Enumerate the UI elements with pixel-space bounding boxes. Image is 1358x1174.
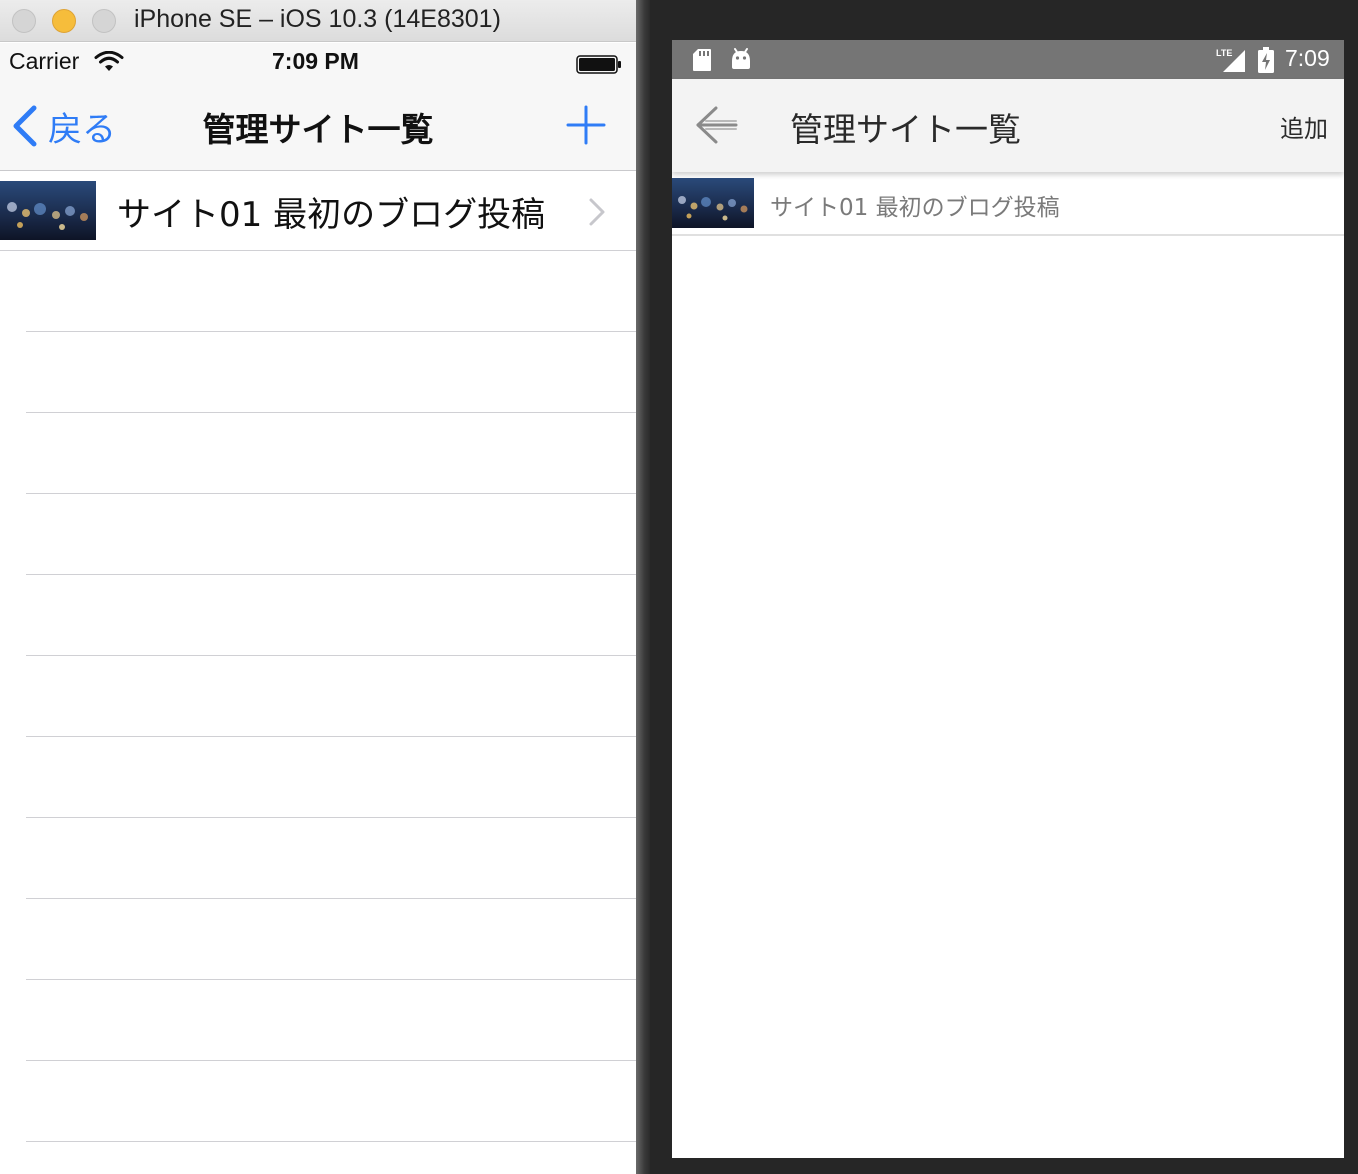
android-debug-icon: [732, 48, 750, 69]
empty-row: [26, 494, 636, 575]
empty-row: [26, 656, 636, 737]
arrow-left-icon[interactable]: [694, 104, 740, 146]
site-list: サイト01 最初のブログ投稿: [672, 172, 1344, 236]
wifi-icon: [94, 51, 124, 71]
add-button[interactable]: [566, 105, 606, 145]
add-button[interactable]: 追加: [1280, 109, 1328, 144]
empty-row: [26, 575, 636, 656]
list-item-label: サイト01 最初のブログ投稿: [770, 195, 1060, 221]
ios-navigation-bar: 戻る 管理サイト一覧: [0, 83, 636, 171]
status-time: 7:09 PM: [272, 48, 359, 74]
empty-row: [26, 413, 636, 494]
android-screen: LTE 7:09 管理サイト一覧 追加 サイト01 最初のブログ投稿: [672, 40, 1344, 1158]
battery-charging-icon: [1258, 47, 1274, 73]
list-item[interactable]: サイト01 最初のブログ投稿: [672, 172, 1344, 236]
empty-row: [26, 737, 636, 818]
sd-card-icon: [693, 49, 711, 71]
carrier-label: Carrier: [9, 48, 80, 74]
desktop: iPhone SE – iOS 10.3 (14E8301) Carrier 7…: [0, 0, 1358, 1174]
window-title: iPhone SE – iOS 10.3 (14E8301): [134, 5, 501, 33]
site-list: サイト01 最初のブログ投稿: [0, 171, 636, 1142]
empty-row: [26, 251, 636, 332]
ios-simulator-window: iPhone SE – iOS 10.3 (14E8301) Carrier 7…: [0, 0, 636, 1174]
chevron-right-icon: [589, 198, 605, 226]
empty-row: [26, 1061, 636, 1142]
empty-row: [26, 818, 636, 899]
window-divider: [636, 0, 650, 1174]
status-time: 7:09: [1285, 45, 1330, 71]
window-close-button[interactable]: [12, 9, 36, 33]
android-toolbar: 管理サイト一覧 追加: [672, 79, 1344, 172]
page-title: 管理サイト一覧: [202, 110, 434, 149]
window-titlebar[interactable]: iPhone SE – iOS 10.3 (14E8301): [0, 0, 636, 42]
window-zoom-button[interactable]: [92, 9, 116, 33]
lte-signal-icon: LTE: [1216, 48, 1245, 72]
android-status-bar: LTE 7:09: [672, 40, 1344, 79]
site-thumbnail-image: [0, 181, 96, 240]
battery-icon: [576, 55, 621, 74]
window-minimize-button[interactable]: [52, 9, 76, 33]
network-type-label: LTE: [1216, 48, 1232, 58]
empty-row: [26, 980, 636, 1061]
empty-row: [26, 899, 636, 980]
list-item-label: サイト01 最初のブログ投稿: [117, 195, 546, 235]
site-thumbnail-image: [672, 178, 754, 228]
ios-status-bar: Carrier 7:09 PM: [0, 43, 636, 83]
empty-row: [26, 332, 636, 413]
list-item[interactable]: サイト01 最初のブログ投稿: [0, 171, 636, 251]
page-title: 管理サイト一覧: [790, 110, 1021, 149]
